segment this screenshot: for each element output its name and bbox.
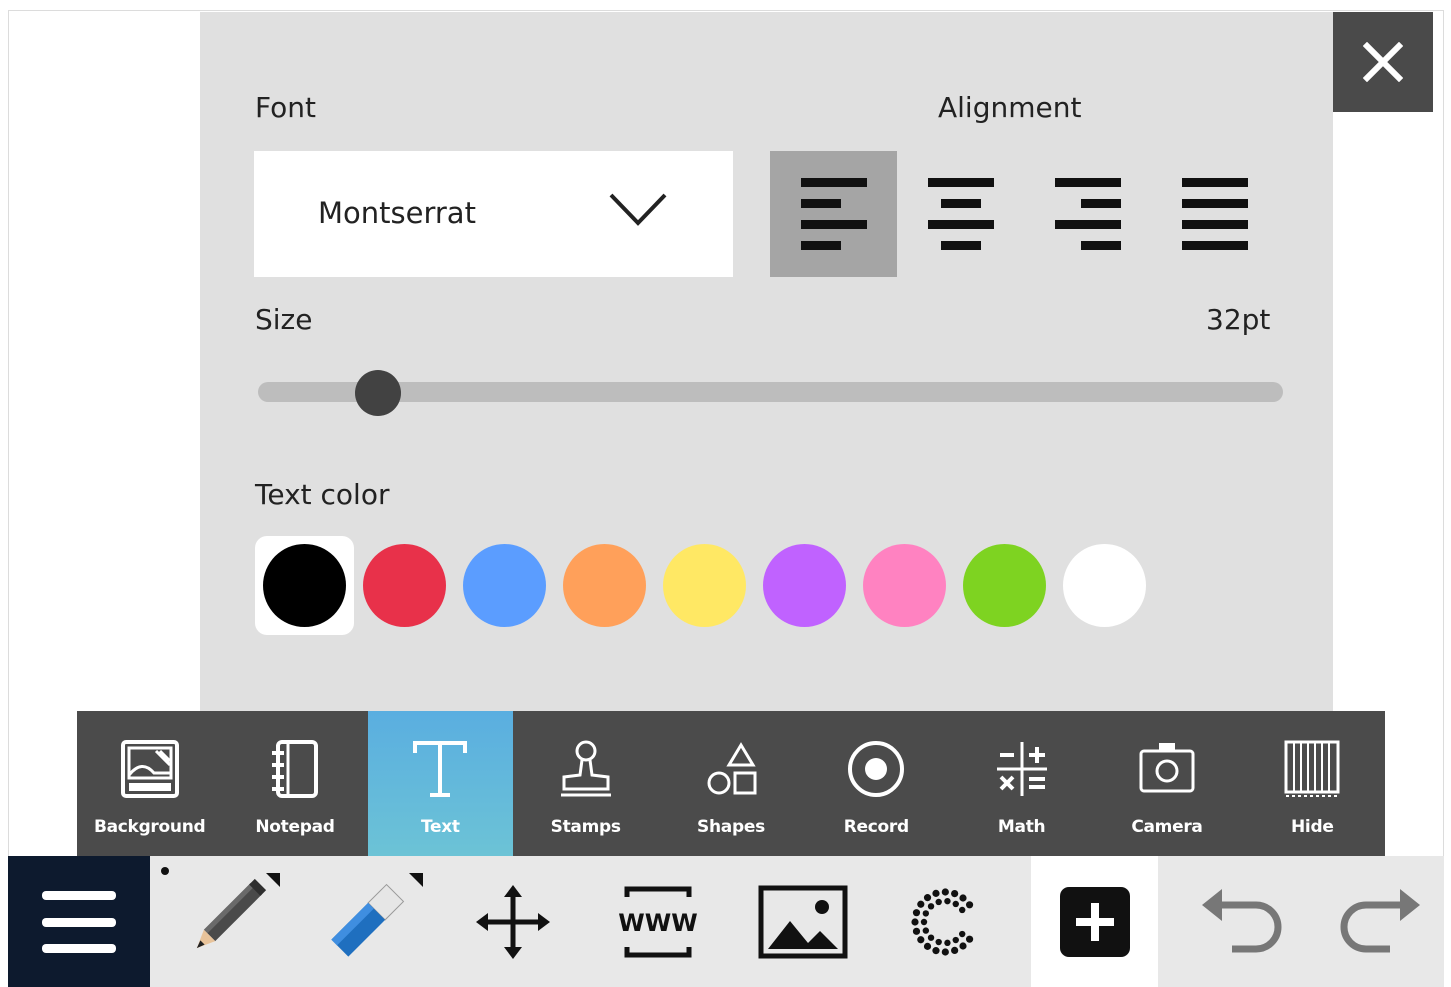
- undo-icon: [1202, 888, 1282, 952]
- text-icon: [413, 741, 468, 797]
- align-left-icon: [800, 178, 867, 250]
- notepad-icon: [271, 740, 318, 798]
- redo-icon: [1340, 888, 1420, 952]
- tool-hide[interactable]: Hide: [1240, 711, 1385, 856]
- eraser-icon: [331, 883, 405, 957]
- color-swatch[interactable]: [755, 536, 854, 635]
- add-button[interactable]: [1031, 856, 1158, 987]
- font-dropdown-value: Montserrat: [318, 196, 476, 230]
- tool-label: Notepad: [255, 817, 335, 837]
- close-icon: [1363, 42, 1403, 82]
- lasso-icon: [911, 887, 974, 956]
- undo-button[interactable]: [1173, 856, 1313, 987]
- shapes-icon: [707, 742, 757, 795]
- color-swatch[interactable]: [955, 536, 1054, 635]
- color-swatch[interactable]: [455, 536, 554, 635]
- color-swatch[interactable]: [855, 536, 954, 635]
- bottom-bar: WWW: [8, 856, 1444, 987]
- color-swatch[interactable]: [1055, 536, 1154, 635]
- eraser-options-indicator: [409, 873, 423, 887]
- color-swatch-fill: [1063, 544, 1146, 627]
- color-swatch-fill: [963, 544, 1046, 627]
- move-tool-button[interactable]: [443, 856, 583, 987]
- align-center-icon: [927, 178, 994, 250]
- align-center-button[interactable]: [897, 151, 1024, 277]
- hide-icon: [1284, 740, 1340, 797]
- tool-label: Background: [93, 817, 206, 837]
- background-icon: [120, 740, 179, 798]
- menu-icon: [42, 890, 116, 953]
- insert-image-button[interactable]: [733, 856, 873, 987]
- tool-label: Math: [997, 817, 1046, 837]
- web-link-button[interactable]: WWW: [588, 856, 728, 987]
- tool-math[interactable]: Math: [949, 711, 1094, 856]
- align-right-icon: [1054, 178, 1121, 250]
- color-swatch-fill: [863, 544, 946, 627]
- tool-background[interactable]: Background: [77, 711, 222, 856]
- tool-toolbar: Background Notepad Text Stamps Shapes Re…: [77, 711, 1385, 856]
- tool-text[interactable]: Text: [367, 711, 513, 856]
- color-swatch-fill: [463, 544, 546, 627]
- image-icon: [758, 885, 848, 958]
- lasso-select-button[interactable]: [875, 856, 1015, 987]
- camera-icon: [1139, 743, 1195, 793]
- tool-shapes[interactable]: Shapes: [658, 711, 803, 856]
- color-swatch-fill: [763, 544, 846, 627]
- align-right-button[interactable]: [1024, 151, 1151, 277]
- align-justify-button[interactable]: [1151, 151, 1278, 277]
- font-dropdown[interactable]: Montserrat: [254, 151, 733, 277]
- add-icon: [1059, 886, 1130, 957]
- tool-label: Shapes: [697, 817, 765, 837]
- text-color-label: Text color: [255, 478, 390, 511]
- color-swatch[interactable]: [255, 536, 354, 635]
- alignment-label: Alignment: [938, 91, 1082, 124]
- color-swatch[interactable]: [655, 536, 754, 635]
- move-icon: [476, 884, 550, 959]
- tool-record[interactable]: Record: [804, 711, 949, 856]
- record-icon: [848, 741, 905, 797]
- color-swatch-fill: [363, 544, 446, 627]
- size-label: Size: [255, 303, 313, 336]
- size-value: 32pt: [1206, 303, 1271, 336]
- tool-label: Record: [843, 817, 909, 837]
- redo-button[interactable]: [1313, 856, 1444, 987]
- close-button[interactable]: [1333, 12, 1433, 112]
- tool-label: Hide: [1291, 817, 1334, 837]
- math-icon: [996, 742, 1047, 796]
- pencil-icon: [196, 878, 267, 948]
- tool-notepad[interactable]: Notepad: [222, 711, 367, 856]
- menu-button[interactable]: [8, 856, 150, 987]
- color-swatch[interactable]: [555, 536, 654, 635]
- pencil-options-indicator: [266, 873, 280, 887]
- stamp-icon: [560, 740, 611, 797]
- tool-label: Stamps: [550, 817, 621, 837]
- color-swatch[interactable]: [355, 536, 454, 635]
- chevron-down-icon: [609, 193, 667, 226]
- tool-label: Text: [420, 817, 460, 837]
- tool-label: Camera: [1131, 817, 1203, 837]
- tool-stamps[interactable]: Stamps: [513, 711, 658, 856]
- align-justify-icon: [1181, 178, 1248, 250]
- font-label: Font: [255, 91, 316, 124]
- size-slider-thumb[interactable]: [354, 370, 401, 416]
- size-slider[interactable]: [258, 370, 1283, 416]
- color-swatch-fill: [263, 544, 346, 627]
- active-tool-dot: [161, 867, 169, 875]
- align-left-button[interactable]: [770, 151, 897, 277]
- color-swatch-fill: [663, 544, 746, 627]
- svg-text:WWW: WWW: [618, 909, 697, 937]
- color-swatch-fill: [563, 544, 646, 627]
- www-icon: WWW: [618, 886, 698, 957]
- tool-camera[interactable]: Camera: [1094, 711, 1239, 856]
